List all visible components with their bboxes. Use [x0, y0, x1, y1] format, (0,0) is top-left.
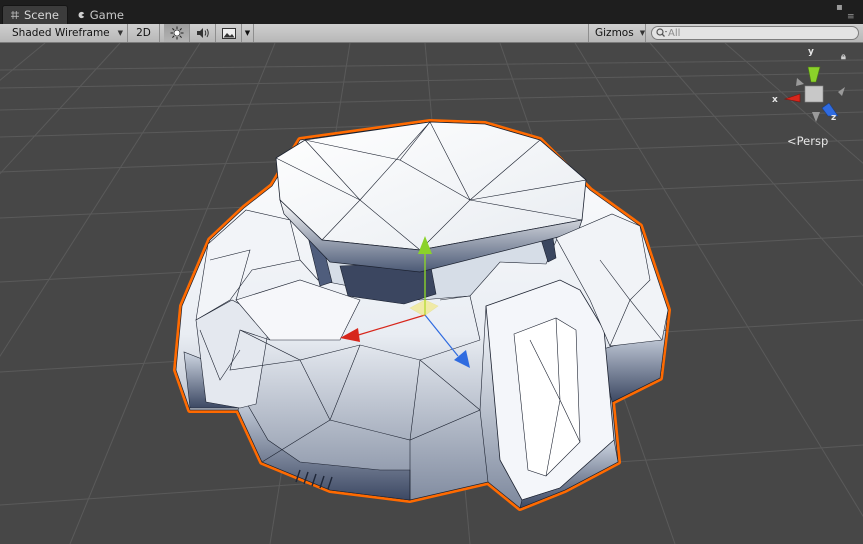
2d-toggle-button[interactable]: 2D [128, 24, 160, 42]
lighting-toggle-button[interactable] [164, 24, 190, 42]
gizmos-dropdown[interactable]: Gizmos ▼ [588, 24, 646, 42]
tab-scene-label: Scene [23, 8, 59, 22]
neg-x-cone-icon[interactable] [838, 87, 845, 96]
lock-icon[interactable]: 🔒︎ [841, 52, 846, 62]
chevron-down-icon: ▼ [639, 29, 646, 37]
sun-icon [170, 26, 183, 40]
effects-dropdown[interactable]: ▼ [242, 24, 254, 42]
scene-grid-icon [11, 11, 19, 19]
window-tab-bar: Scene Game ▪ ≡ [0, 0, 863, 24]
gizmo-x-label: x [772, 95, 778, 105]
render-mode-label: Shaded Wireframe [12, 27, 110, 39]
speaker-icon [196, 28, 209, 38]
projection-toggle[interactable]: <Persp [787, 134, 828, 148]
scene-toolbar: Shaded Wireframe ▼ 2D ▼ Gizmos ▼ [0, 24, 863, 43]
audio-toggle-button[interactable] [190, 24, 216, 42]
projection-label: Persp [796, 134, 829, 148]
render-mode-dropdown[interactable]: Shaded Wireframe ▼ [0, 24, 128, 42]
gizmo-y-label: y [808, 47, 814, 57]
2d-toggle-label: 2D [136, 27, 151, 39]
gizmo-z-label: z [831, 113, 837, 123]
x-cone-icon[interactable] [783, 93, 801, 103]
game-pacman-icon [78, 11, 85, 18]
search-icon [656, 28, 667, 37]
image-icon [221, 27, 236, 39]
chevron-down-icon: ▼ [244, 29, 251, 37]
scene-viewport[interactable]: y x z 🔒︎ <Persp [0, 43, 863, 544]
gizmos-label: Gizmos [595, 27, 634, 39]
chevron-left-icon: < [787, 134, 797, 148]
tab-game[interactable]: Game [70, 5, 132, 24]
gizmo-center-cube[interactable] [804, 85, 824, 103]
search-field[interactable] [651, 26, 859, 40]
maximize-icon[interactable]: ▪ [836, 3, 843, 13]
tab-game-label: Game [89, 7, 124, 22]
effects-toggle-button[interactable] [216, 24, 242, 42]
chevron-down-icon: ▼ [117, 29, 124, 37]
pane-menu-icon[interactable]: ≡ [847, 12, 855, 22]
neg-z-cone-icon[interactable] [796, 78, 804, 86]
y-cone-icon[interactable] [807, 66, 821, 83]
search-input[interactable] [668, 27, 848, 39]
scene-canvas[interactable] [0, 43, 863, 544]
tab-scene[interactable]: Scene [2, 5, 68, 24]
